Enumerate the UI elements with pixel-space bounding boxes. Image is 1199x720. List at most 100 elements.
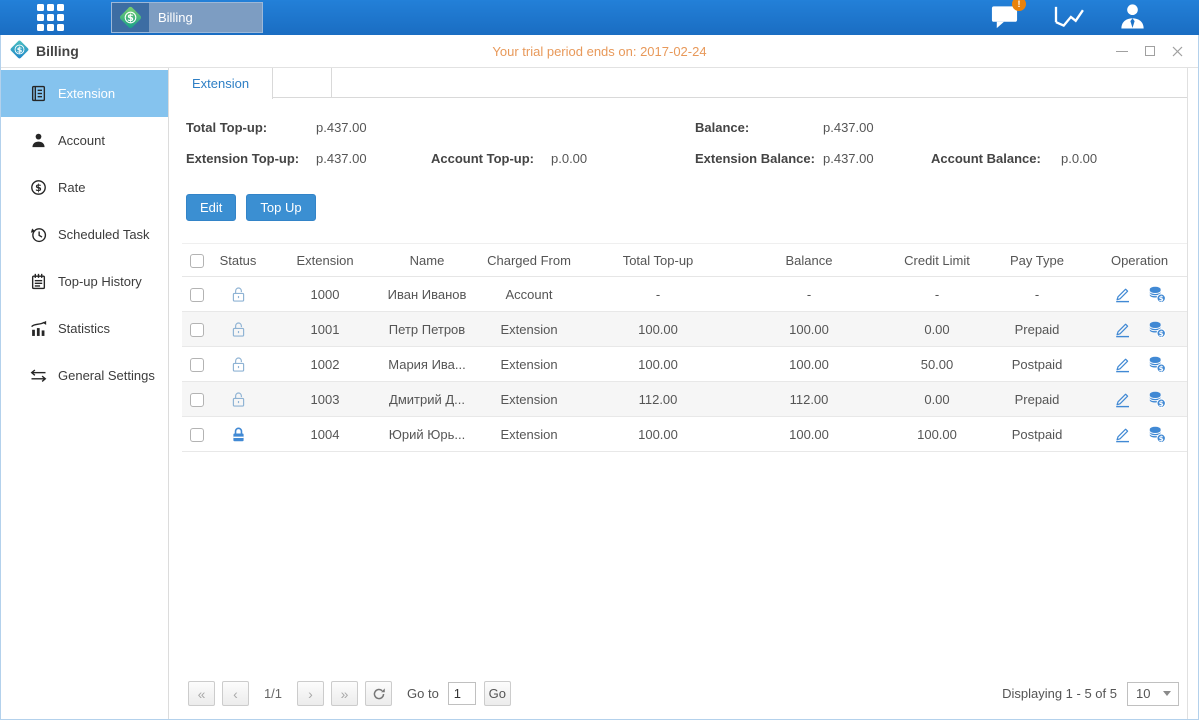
column-header-operation: Operation <box>1092 244 1187 277</box>
extension-topup-value: p.437.00 <box>316 143 431 174</box>
charged-from-cell: Extension <box>468 347 590 382</box>
goto-page-input[interactable] <box>448 682 476 705</box>
row-checkbox[interactable] <box>190 323 204 337</box>
total-topup-cell: 100.00 <box>590 312 726 347</box>
tabstrip: Extension <box>169 68 1187 98</box>
edit-icon[interactable] <box>1113 391 1132 408</box>
edit-icon[interactable] <box>1113 286 1132 303</box>
topbar-tab-label: Billing <box>149 10 193 25</box>
column-header-credit-limit: Credit Limit <box>892 244 982 277</box>
row-checkbox[interactable] <box>190 288 204 302</box>
credit-limit-cell: 0.00 <box>892 382 982 417</box>
sidebar-item-rate[interactable]: $Rate <box>1 164 168 211</box>
account-balance-label: Account Balance: <box>931 143 1061 174</box>
balance-summary: Total Top-up: p.437.00 Balance: p.437.00… <box>169 98 1187 174</box>
name-cell: Дмитрий Д... <box>386 382 468 417</box>
billing-app-window: $ Billing ! <box>0 0 1199 720</box>
sidebar-item-extension[interactable]: Extension <box>1 70 168 117</box>
row-checkbox[interactable] <box>190 428 204 442</box>
first-page-button[interactable]: « <box>188 681 215 706</box>
last-page-button[interactable]: » <box>331 681 358 706</box>
prev-page-button[interactable]: ‹ <box>222 681 249 706</box>
tabstrip-divider <box>273 68 332 98</box>
column-header-charged-from: Charged From <box>468 244 590 277</box>
lock-open-icon[interactable] <box>230 391 247 408</box>
topup-icon[interactable]: $ <box>1148 356 1166 373</box>
minimize-button[interactable] <box>1115 45 1128 58</box>
lock-closed-icon[interactable] <box>230 426 247 443</box>
go-button[interactable]: Go <box>484 681 511 706</box>
row-select-cell <box>182 382 212 417</box>
app-launcher-button[interactable] <box>37 4 64 31</box>
svg-text:$: $ <box>1159 399 1164 407</box>
reports-button[interactable] <box>1053 3 1084 33</box>
messages-button[interactable]: ! <box>990 2 1019 34</box>
select-all-checkbox[interactable] <box>190 254 204 268</box>
topup-icon[interactable]: $ <box>1148 391 1166 408</box>
topup-icon[interactable]: $ <box>1148 426 1166 443</box>
table-row-1000: 1000Иван ИвановAccount----$ <box>182 277 1187 312</box>
status-cell <box>212 347 264 382</box>
edit-icon[interactable] <box>1113 356 1132 373</box>
lock-open-icon[interactable] <box>230 356 247 373</box>
close-button[interactable] <box>1171 45 1184 58</box>
operation-cell: $ <box>1092 382 1187 417</box>
extension-topup-label: Extension Top-up: <box>186 143 316 174</box>
edit-button[interactable]: Edit <box>186 194 236 221</box>
edit-icon[interactable] <box>1113 321 1132 338</box>
extension-cell: 1002 <box>264 347 386 382</box>
column-header-total-top-up: Total Top-up <box>590 244 726 277</box>
sidebar-item-label: Statistics <box>58 321 110 336</box>
balance-cell: 100.00 <box>726 347 892 382</box>
page-size-select[interactable]: 10 <box>1127 682 1179 706</box>
credit-limit-cell: 50.00 <box>892 347 982 382</box>
topbar-tab-billing[interactable]: $ Billing <box>111 2 263 33</box>
sidebar-item-top-up-history[interactable]: Top-up History <box>1 258 168 305</box>
billing-diamond-icon: $ <box>112 3 149 32</box>
extension-balance-label: Extension Balance: <box>695 143 823 174</box>
next-page-button[interactable]: › <box>297 681 324 706</box>
total-topup-label: Total Top-up: <box>186 112 316 143</box>
billing-module-window: $ Billing Your trial period ends on: 201… <box>0 35 1199 720</box>
account-button[interactable] <box>1118 2 1147 34</box>
operation-cell: $ <box>1092 277 1187 312</box>
topup-icon[interactable]: $ <box>1148 286 1166 303</box>
sidebar-item-account[interactable]: Account <box>1 117 168 164</box>
top-up-button[interactable]: Top Up <box>246 194 315 221</box>
row-select-cell <box>182 347 212 382</box>
svg-text:$: $ <box>1159 329 1164 337</box>
tab-extension[interactable]: Extension <box>169 68 273 99</box>
extension-balance-value: p.437.00 <box>823 143 931 174</box>
balance-value: p.437.00 <box>823 112 931 143</box>
lock-open-icon[interactable] <box>230 286 247 303</box>
sidebar-item-statistics[interactable]: Statistics <box>1 305 168 352</box>
credit-limit-cell: 0.00 <box>892 312 982 347</box>
extension-cell: 1004 <box>264 417 386 452</box>
total-topup-cell: 112.00 <box>590 382 726 417</box>
sidebar-item-scheduled-task[interactable]: Scheduled Task <box>1 211 168 258</box>
row-select-cell <box>182 312 212 347</box>
svg-text:$: $ <box>1159 294 1164 302</box>
row-checkbox[interactable] <box>190 393 204 407</box>
user-icon <box>1118 2 1147 34</box>
extension-table-wrap: StatusExtensionNameCharged FromTotal Top… <box>182 243 1187 452</box>
pay-type-cell: Prepaid <box>982 382 1092 417</box>
clock-history-icon <box>30 226 47 243</box>
sidebar-item-general-settings[interactable]: General Settings <box>1 352 168 399</box>
page-size-value: 10 <box>1136 686 1150 701</box>
lock-open-icon[interactable] <box>230 321 247 338</box>
row-checkbox[interactable] <box>190 358 204 372</box>
account-topup-value: p.0.00 <box>551 143 695 174</box>
maximize-button[interactable] <box>1143 45 1156 58</box>
topbar: $ Billing ! <box>0 0 1199 35</box>
sidebar-item-label: Rate <box>58 180 85 195</box>
row-select-cell <box>182 417 212 452</box>
column-header-status: Status <box>212 244 264 277</box>
refresh-button[interactable] <box>365 681 392 706</box>
main-content: Extension Total Top-up: p.437.00 Balance… <box>169 68 1188 719</box>
topup-icon[interactable]: $ <box>1148 321 1166 338</box>
svg-text:$: $ <box>1159 364 1164 372</box>
app-body: ExtensionAccount$RateScheduled TaskTop-u… <box>1 68 1198 719</box>
notepad-icon <box>30 273 47 290</box>
edit-icon[interactable] <box>1113 426 1132 443</box>
